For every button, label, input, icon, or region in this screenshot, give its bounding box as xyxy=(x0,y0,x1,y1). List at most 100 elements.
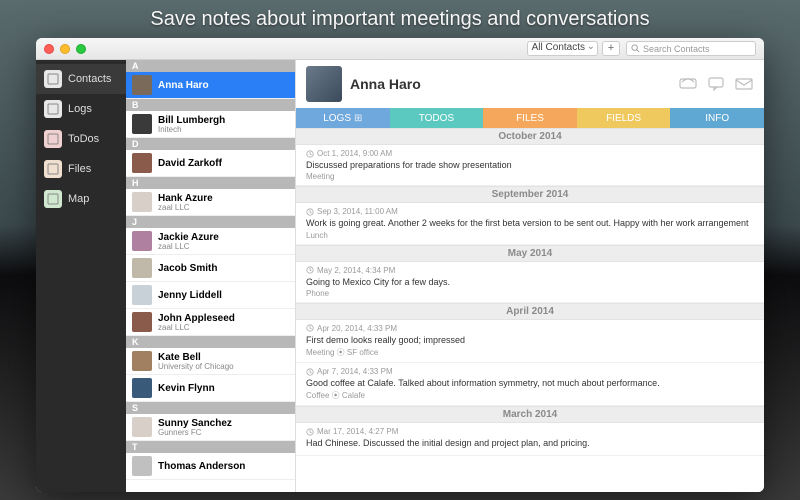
log-month-header: September 2014 xyxy=(296,186,764,203)
chat-icon[interactable] xyxy=(706,76,726,92)
clock-icon xyxy=(306,324,314,332)
detail-pane: Anna Haro LOGS ⊞ TODOS FILES FI xyxy=(296,60,764,492)
list-section-header: J xyxy=(126,216,295,228)
tab-info[interactable]: INFO xyxy=(670,108,764,128)
log-tags: Coffee ⦿ Calafe xyxy=(306,390,754,401)
tab-todos[interactable]: TODOS xyxy=(390,108,484,128)
log-timestamp: Oct 1, 2014, 9:00 AM xyxy=(306,149,754,158)
sidebar-item-logs[interactable]: Logs xyxy=(36,94,126,124)
contact-name: Jenny Liddell xyxy=(158,290,222,301)
avatar xyxy=(132,456,152,476)
avatar xyxy=(132,192,152,212)
log-timestamp: Mar 17, 2014, 4:27 PM xyxy=(306,427,754,436)
sidebar-item-label: Map xyxy=(68,193,89,205)
clock-icon xyxy=(306,266,314,274)
contact-name: Hank Azure xyxy=(158,193,213,204)
list-section-header: S xyxy=(126,402,295,414)
avatar xyxy=(132,114,152,134)
list-item[interactable]: Anna Haro xyxy=(126,72,295,99)
log-timestamp: May 2, 2014, 4:34 PM xyxy=(306,266,754,275)
contact-name: David Zarkoff xyxy=(158,158,222,169)
close-icon[interactable] xyxy=(44,44,54,54)
list-item[interactable]: David Zarkoff xyxy=(126,150,295,177)
log-entry[interactable]: Mar 17, 2014, 4:27 PM Had Chinese. Discus… xyxy=(296,423,764,455)
contact-subtitle: University of Chicago xyxy=(158,363,234,371)
log-entry[interactable]: May 2, 2014, 4:34 PM Going to Mexico City… xyxy=(296,262,764,303)
sidebar-item-contacts[interactable]: Contacts xyxy=(36,64,126,94)
promo-banner: Save notes about important meetings and … xyxy=(0,0,800,35)
list-item[interactable]: Thomas Anderson xyxy=(126,453,295,480)
contact-subtitle: Gunners FC xyxy=(158,429,232,437)
logs-icon xyxy=(44,100,62,118)
contact-name: Anna Haro xyxy=(158,80,209,91)
clock-icon xyxy=(306,208,314,216)
contact-name: Jacob Smith xyxy=(158,263,217,274)
log-text: Had Chinese. Discussed the initial desig… xyxy=(306,438,754,449)
contact-name: Jackie Azure xyxy=(158,232,219,243)
contact-subtitle: zaal LLC xyxy=(158,243,219,251)
minimize-icon[interactable] xyxy=(60,44,70,54)
log-timestamp: Apr 7, 2014, 4:33 PM xyxy=(306,367,754,376)
list-section-header: A xyxy=(126,60,295,72)
sidebar-item-label: Files xyxy=(68,163,91,175)
log-month-header: April 2014 xyxy=(296,303,764,320)
clock-icon xyxy=(306,150,314,158)
contact-name: Kevin Flynn xyxy=(158,383,215,394)
avatar xyxy=(132,75,152,95)
avatar xyxy=(132,231,152,251)
tab-files[interactable]: FILES xyxy=(483,108,577,128)
map-icon xyxy=(44,190,62,208)
list-item[interactable]: John Appleseedzaal LLC xyxy=(126,309,295,336)
log-timestamp: Apr 20, 2014, 4:33 PM xyxy=(306,324,754,333)
list-item[interactable]: Kate BellUniversity of Chicago xyxy=(126,348,295,375)
search-placeholder: Search Contacts xyxy=(643,44,710,54)
contact-list[interactable]: AAnna HaroBBill LumberghInitechDDavid Za… xyxy=(126,60,296,492)
list-section-header: T xyxy=(126,441,295,453)
list-section-header: D xyxy=(126,138,295,150)
search-input[interactable]: Search Contacts xyxy=(626,41,756,56)
log-tags: Meeting xyxy=(306,172,754,181)
list-item[interactable]: Jackie Azurezaal LLC xyxy=(126,228,295,255)
list-item[interactable]: Bill LumberghInitech xyxy=(126,111,295,138)
list-item[interactable]: Jacob Smith xyxy=(126,255,295,282)
contact-name: Bill Lumbergh xyxy=(158,115,225,126)
log-entry[interactable]: Oct 1, 2014, 9:00 AM Discussed preparatio… xyxy=(296,145,764,186)
log-entry[interactable]: Apr 20, 2014, 4:33 PM First demo looks re… xyxy=(296,320,764,363)
sidebar-item-todos[interactable]: ToDos xyxy=(36,124,126,154)
list-item[interactable]: Sunny SanchezGunners FC xyxy=(126,414,295,441)
sidebar: Contacts Logs ToDos Files Map xyxy=(36,60,126,492)
avatar xyxy=(132,153,152,173)
avatar xyxy=(132,417,152,437)
contacts-filter-select[interactable]: All Contacts xyxy=(527,41,598,56)
list-item[interactable]: Jenny Liddell xyxy=(126,282,295,309)
list-section-header: B xyxy=(126,99,295,111)
avatar xyxy=(306,66,342,102)
list-item[interactable]: Hank Azurezaal LLC xyxy=(126,189,295,216)
contacts-icon xyxy=(44,70,62,88)
list-section-header: K xyxy=(126,336,295,348)
contact-name: Kate Bell xyxy=(158,352,234,363)
log-entry[interactable]: Apr 7, 2014, 4:33 PM Good coffee at Calaf… xyxy=(296,363,764,406)
sidebar-item-map[interactable]: Map xyxy=(36,184,126,214)
search-icon xyxy=(631,44,640,53)
add-contact-button[interactable]: + xyxy=(602,41,620,56)
log-text: Good coffee at Calafe. Talked about info… xyxy=(306,378,754,389)
tab-logs[interactable]: LOGS ⊞ xyxy=(296,108,390,128)
log-entry[interactable]: Sep 3, 2014, 11:00 AMWork is going great… xyxy=(296,203,764,244)
tab-fields[interactable]: FIELDS xyxy=(577,108,671,128)
sidebar-item-label: ToDos xyxy=(68,133,99,145)
zoom-icon[interactable] xyxy=(76,44,86,54)
log-text: Discussed preparations for trade show pr… xyxy=(306,160,754,171)
log-list[interactable]: October 2014Oct 1, 2014, 9:00 AMDiscusse… xyxy=(296,128,764,492)
mail-icon[interactable] xyxy=(734,76,754,92)
sidebar-item-files[interactable]: Files xyxy=(36,154,126,184)
call-icon[interactable] xyxy=(678,76,698,92)
log-tags: Phone xyxy=(306,289,754,298)
log-text: First demo looks really good; impressed xyxy=(306,335,754,346)
log-text: Going to Mexico City for a few days. xyxy=(306,277,754,288)
detail-tabs: LOGS ⊞ TODOS FILES FIELDS INFO xyxy=(296,108,764,128)
contact-subtitle: Initech xyxy=(158,126,225,134)
contact-name: John Appleseed xyxy=(158,313,235,324)
sidebar-item-label: Contacts xyxy=(68,73,111,85)
list-item[interactable]: Kevin Flynn xyxy=(126,375,295,402)
